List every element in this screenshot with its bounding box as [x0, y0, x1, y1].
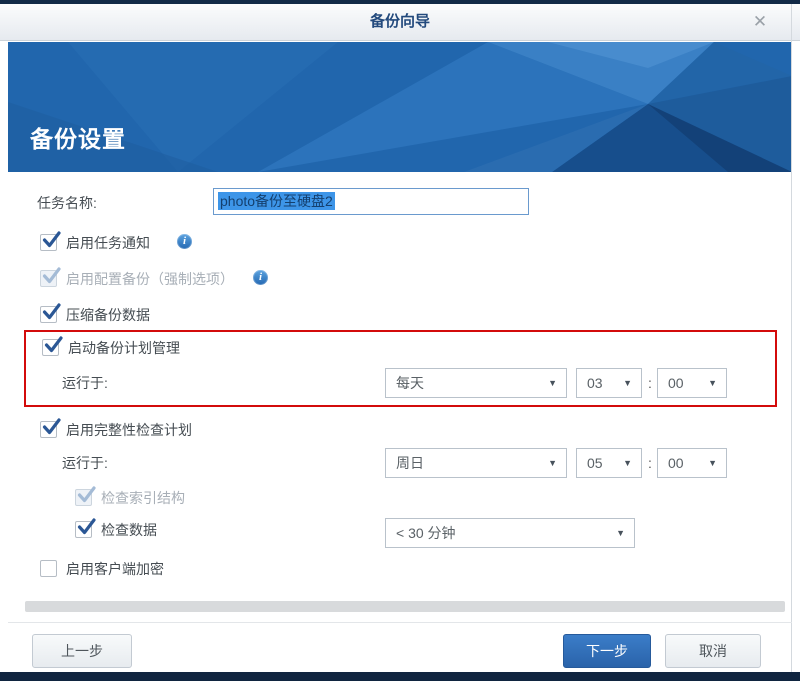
footer-divider [8, 622, 792, 623]
window-bottom-strip [0, 672, 800, 681]
config-backup-checkbox [40, 270, 57, 287]
chevron-down-icon: ▼ [548, 449, 557, 477]
integrity-check-label: 启用完整性检查计划 [66, 422, 192, 439]
integrity-check-checkbox[interactable] [40, 421, 57, 438]
enable-notification-checkbox[interactable] [40, 234, 57, 251]
integrity-frequency-value: 周日 [396, 449, 424, 477]
enable-notification-label: 启用任务通知 [66, 235, 150, 252]
wizard-banner: 备份设置 [8, 42, 792, 172]
backup-frequency-select[interactable]: 每天 ▼ [385, 368, 567, 398]
run-at-label: 运行于: [62, 455, 108, 472]
chevron-down-icon: ▼ [623, 449, 632, 477]
backup-hour-select[interactable]: 03 ▼ [576, 368, 642, 398]
backup-frequency-value: 每天 [396, 369, 424, 397]
check-index-label: 检查索引结构 [101, 490, 185, 507]
backup-wizard-dialog: 备份向导 ✕ 备份设置 任务名称: photo备份至硬盘2 启用任务通知 i [0, 0, 800, 681]
chevron-down-icon: ▼ [616, 519, 625, 547]
compress-data-checkbox[interactable] [40, 306, 57, 323]
client-encryption-label: 启用客户端加密 [66, 561, 164, 578]
check-data-checkbox[interactable] [75, 521, 92, 538]
chevron-down-icon: ▼ [708, 449, 717, 477]
integrity-hour-select[interactable]: 05 ▼ [576, 448, 642, 478]
close-icon[interactable]: ✕ [748, 4, 772, 40]
cancel-button[interactable]: 取消 [665, 634, 761, 668]
backup-hour-value: 03 [587, 369, 603, 397]
checkmark-icon [41, 302, 61, 322]
chevron-down-icon: ▼ [548, 369, 557, 397]
run-at-label: 运行于: [62, 375, 108, 392]
backup-minute-select[interactable]: 00 ▼ [657, 368, 727, 398]
task-name-label: 任务名称: [37, 195, 97, 212]
info-icon[interactable]: i [177, 234, 192, 249]
dialog-title: 备份向导 [0, 4, 800, 40]
backup-minute-value: 00 [668, 369, 684, 397]
checkmark-icon [76, 485, 96, 505]
compress-data-label: 压缩备份数据 [66, 307, 150, 324]
integrity-hour-value: 05 [587, 449, 603, 477]
check-duration-value: < 30 分钟 [396, 519, 456, 547]
checkmark-icon [41, 230, 61, 250]
checkmark-icon [43, 335, 63, 355]
checkmark-icon [76, 517, 96, 537]
checkmark-icon [41, 417, 61, 437]
checkmark-icon [41, 266, 61, 286]
check-duration-select[interactable]: < 30 分钟 ▼ [385, 518, 635, 548]
next-step-button[interactable]: 下一步 [563, 634, 651, 668]
integrity-minute-value: 00 [668, 449, 684, 477]
check-index-checkbox [75, 489, 92, 506]
integrity-frequency-select[interactable]: 周日 ▼ [385, 448, 567, 478]
dialog-right-border [791, 4, 792, 672]
client-encryption-checkbox[interactable] [40, 560, 57, 577]
page-title: 备份设置 [30, 120, 126, 154]
chevron-down-icon: ▼ [623, 369, 632, 397]
task-name-input[interactable]: photo备份至硬盘2 [213, 188, 529, 215]
chevron-down-icon: ▼ [708, 369, 717, 397]
integrity-minute-select[interactable]: 00 ▼ [657, 448, 727, 478]
horizontal-scrollbar[interactable] [25, 601, 785, 612]
time-colon: : [648, 368, 652, 398]
previous-step-button[interactable]: 上一步 [32, 634, 132, 668]
dialog-titlebar: 备份向导 ✕ [0, 4, 800, 41]
config-backup-label: 启用配置备份（强制选项） [66, 271, 234, 288]
backup-schedule-checkbox[interactable] [42, 339, 59, 356]
task-name-selected-text: photo备份至硬盘2 [218, 192, 335, 210]
check-data-label: 检查数据 [101, 522, 157, 539]
time-colon: : [648, 448, 652, 478]
backup-schedule-label: 启动备份计划管理 [68, 340, 180, 357]
info-icon[interactable]: i [253, 270, 268, 285]
